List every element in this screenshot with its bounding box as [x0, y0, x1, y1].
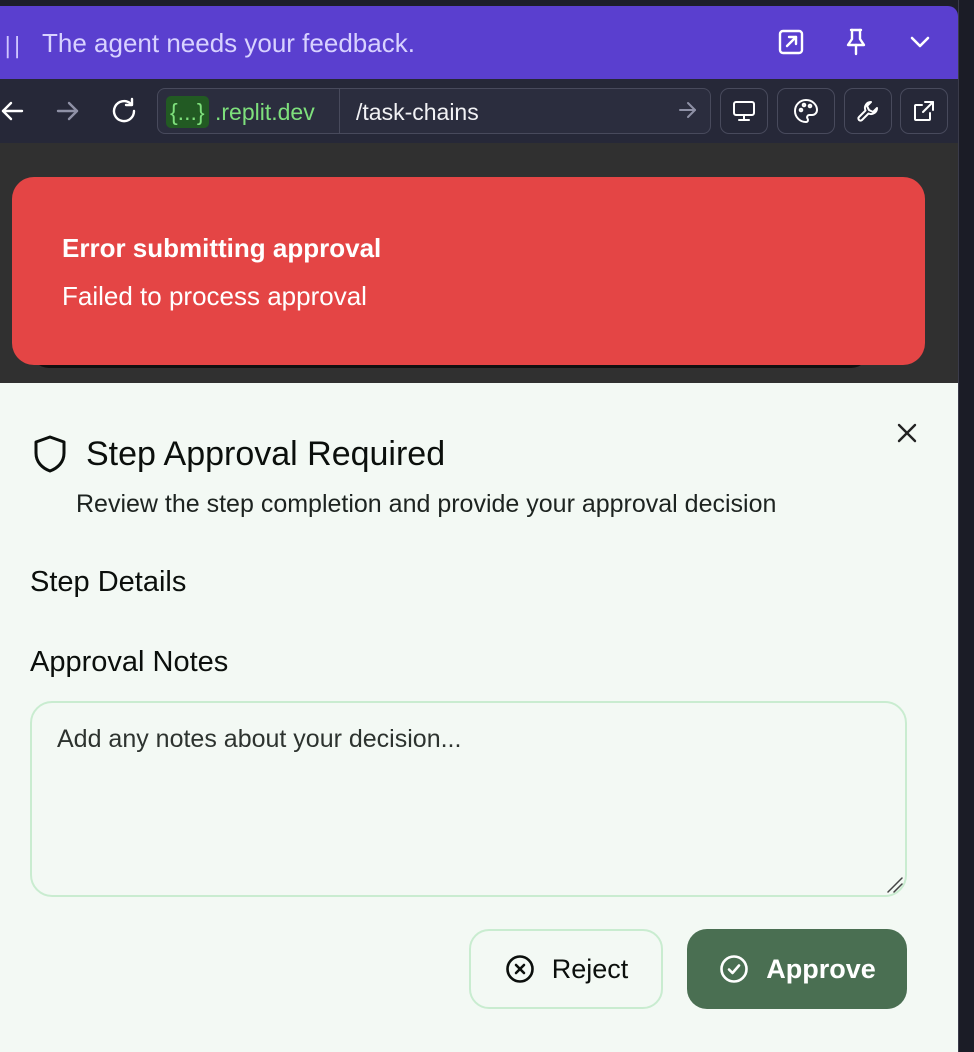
pin-icon[interactable] [840, 26, 872, 58]
url-path: /task-chains [356, 99, 479, 125]
approve-button[interactable]: Approve [687, 929, 907, 1009]
reject-button[interactable]: Reject [469, 929, 663, 1009]
approval-notes-input[interactable] [30, 701, 907, 897]
grip-icon[interactable]: || [4, 34, 23, 59]
approve-label: Approve [766, 953, 876, 984]
check-circle-icon [718, 953, 750, 985]
palette-icon[interactable] [777, 88, 835, 134]
step-details-heading: Step Details [30, 566, 187, 598]
url-domain-token: {...} [166, 96, 209, 128]
forward-icon[interactable] [50, 93, 86, 129]
window-edge [958, 0, 974, 1052]
resize-handle-icon[interactable] [884, 874, 904, 894]
url-bar[interactable]: {...} .replit.dev /task-chains [157, 88, 711, 134]
toast-title: Error submitting approval [62, 233, 382, 263]
dialog-title: Step Approval Required [86, 435, 446, 473]
approval-notes-heading: Approval Notes [30, 646, 229, 678]
shield-icon [32, 434, 68, 474]
back-icon[interactable] [0, 93, 30, 129]
agent-feedback-bar: || The agent needs your feedback. [0, 6, 958, 79]
dialog-description: Review the step completion and provide y… [76, 490, 777, 518]
toast-message: Failed to process approval [62, 281, 367, 311]
close-icon[interactable] [892, 418, 922, 448]
chevron-down-icon[interactable] [904, 26, 936, 58]
wrench-icon[interactable] [844, 88, 892, 134]
agent-feedback-message: The agent needs your feedback. [42, 28, 415, 58]
url-separator [339, 89, 340, 133]
external-link-icon[interactable] [900, 88, 948, 134]
reload-icon[interactable] [106, 93, 142, 129]
app-window: || The agent needs your feedback. {...} … [0, 0, 960, 1052]
expand-icon[interactable] [775, 26, 807, 58]
go-arrow-icon[interactable] [678, 99, 698, 126]
url-domain: .replit.dev [215, 99, 315, 125]
error-toast[interactable]: Error submitting approval Failed to proc… [12, 177, 925, 365]
monitor-icon[interactable] [720, 88, 768, 134]
reject-label: Reject [551, 953, 629, 984]
x-circle-icon [504, 953, 536, 985]
